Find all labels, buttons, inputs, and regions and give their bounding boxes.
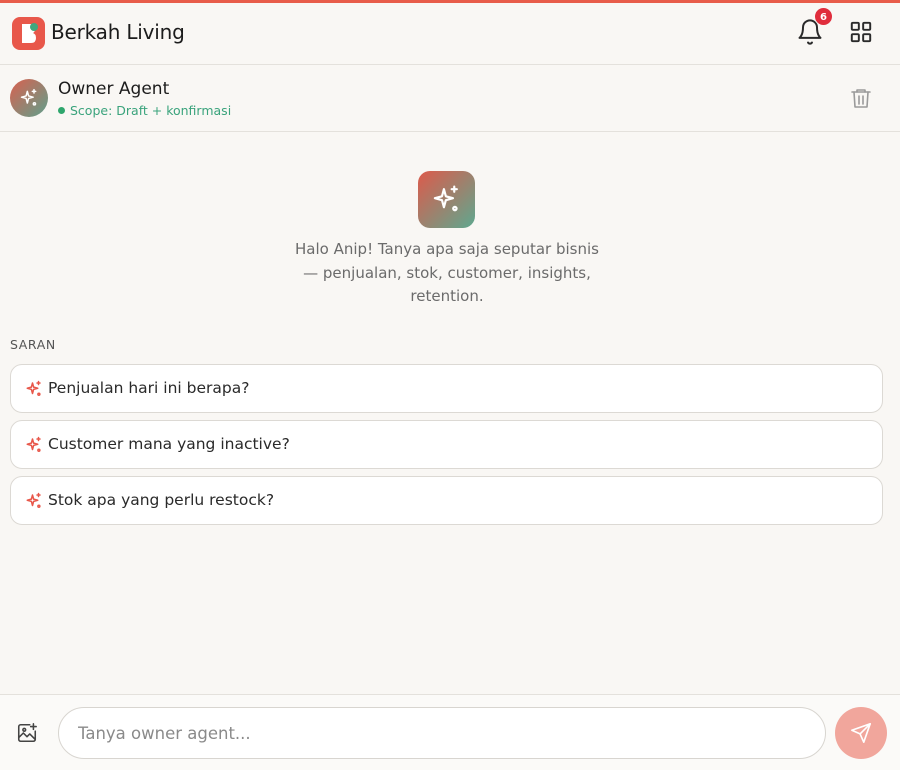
hero-sparkle-badge xyxy=(418,171,475,228)
suggestion-chip[interactable]: Stok apa yang perlu restock? xyxy=(10,476,883,525)
app-header: Berkah Living xyxy=(0,3,900,65)
agent-scope-text: Scope: Draft + konfirmasi xyxy=(70,103,232,118)
sparkle-icon xyxy=(26,380,41,396)
suggestions-heading: SARAN xyxy=(10,337,56,352)
sparkle-icon xyxy=(433,185,458,212)
chat-input[interactable] xyxy=(58,707,826,759)
trash-icon[interactable] xyxy=(849,86,873,110)
send-button[interactable] xyxy=(835,707,887,759)
agent-scope: Scope: Draft + konfirmasi xyxy=(58,103,231,118)
agent-avatar xyxy=(10,79,48,117)
agent-header: Owner Agent Scope: Draft + konfirmasi xyxy=(0,66,900,132)
sparkle-icon xyxy=(26,492,41,508)
suggestion-chip[interactable]: Customer mana yang inactive? xyxy=(10,420,883,469)
suggestion-label: Customer mana yang inactive? xyxy=(48,435,290,453)
send-icon xyxy=(851,723,871,743)
app-title: Berkah Living xyxy=(51,20,185,44)
notification-badge: 6 xyxy=(814,7,833,26)
brand-logo-icon xyxy=(12,17,45,50)
sparkle-icon xyxy=(20,88,37,106)
sparkle-icon xyxy=(26,436,41,452)
greeting-text: Halo Anip! Tanya apa saja seputar bisnis… xyxy=(295,240,599,305)
suggestion-label: Penjualan hari ini berapa? xyxy=(48,379,250,397)
grid-icon[interactable] xyxy=(848,19,874,45)
suggestion-label: Stok apa yang perlu restock? xyxy=(48,491,275,509)
status-dot xyxy=(58,107,65,114)
agent-name: Owner Agent xyxy=(58,79,170,99)
image-add-icon[interactable] xyxy=(16,722,38,744)
suggestion-chip[interactable]: Penjualan hari ini berapa? xyxy=(10,364,883,413)
